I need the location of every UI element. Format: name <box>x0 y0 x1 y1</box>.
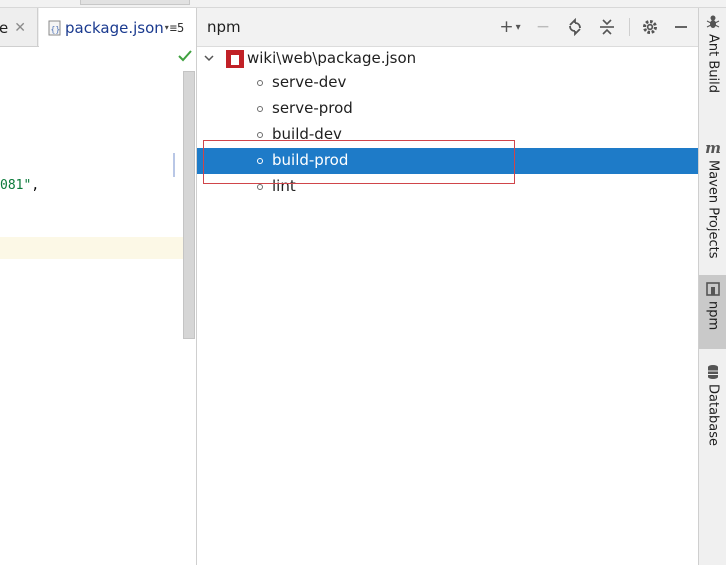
script-bullet-icon <box>257 184 263 190</box>
editor-tab-package-json[interactable]: {} package.json ▾ ≡5 <box>39 8 196 47</box>
script-label: build-dev <box>272 125 342 143</box>
plus-icon: + <box>499 17 514 37</box>
svg-text:{}: {} <box>51 25 61 34</box>
npm-header: npm + ▾ − <box>197 8 698 47</box>
editor-pane: e ✕ {} package.json ▾ ≡5 081", <box>0 8 197 565</box>
close-icon[interactable]: ✕ <box>14 20 26 36</box>
right-tool-stripe: Ant Build m Maven Projects npm Database <box>698 8 726 565</box>
tab-label: package.json <box>65 18 164 37</box>
top-toolbar-fragment <box>80 0 190 5</box>
refresh-button[interactable] <box>564 16 586 38</box>
script-bullet-icon <box>257 106 263 112</box>
script-label: serve-prod <box>272 99 353 117</box>
stripe-label: Ant Build <box>705 34 721 93</box>
script-item-build-prod[interactable]: build-prod <box>197 148 698 174</box>
stripe-item-maven-projects[interactable]: m Maven Projects <box>699 134 726 264</box>
stripe-item-npm[interactable]: npm <box>699 275 726 349</box>
stripe-label: npm <box>705 301 721 331</box>
minus-icon: − <box>535 17 551 37</box>
change-marker <box>173 153 175 177</box>
code-comma: , <box>31 178 40 193</box>
remove-button[interactable]: − <box>532 16 554 38</box>
npm-package-icon <box>226 50 244 68</box>
more-tabs-icon[interactable]: ≡5 <box>170 21 184 35</box>
gear-icon <box>643 20 657 34</box>
inspection-ok-icon <box>178 50 192 62</box>
script-label: lint <box>272 177 296 195</box>
code-string: 081" <box>0 178 32 193</box>
current-line-highlight <box>0 237 183 259</box>
collapse-all-button[interactable] <box>596 16 618 38</box>
script-item-build-dev[interactable]: build-dev <box>197 122 698 148</box>
json-file-icon: {} <box>48 20 61 35</box>
chevron-down-icon[interactable] <box>203 52 215 64</box>
hide-panel-button[interactable] <box>670 16 692 38</box>
script-item-lint[interactable]: lint <box>197 174 698 200</box>
tab-label: e <box>0 18 9 37</box>
script-bullet-icon <box>257 80 263 86</box>
sync-icon <box>569 18 581 36</box>
top-toolbar-strip <box>0 0 726 8</box>
settings-button[interactable] <box>639 16 661 38</box>
tab-dropdown-icon[interactable]: ▾ <box>165 23 169 32</box>
script-item-serve-prod[interactable]: serve-prod <box>197 96 698 122</box>
tree-root-package-json[interactable]: wiki\web\package.json <box>197 48 698 70</box>
script-label: build-prod <box>272 151 349 169</box>
code-line[interactable]: 081", <box>0 178 39 193</box>
script-bullet-icon <box>257 132 263 138</box>
editor-tab-bar: e ✕ {} package.json ▾ ≡5 <box>0 8 196 47</box>
maven-icon: m <box>705 139 721 157</box>
script-label: serve-dev <box>272 73 347 91</box>
chevron-down-icon: ▾ <box>515 21 521 33</box>
stripe-label: Database <box>705 384 721 447</box>
npm-panel-icon <box>705 281 721 297</box>
npm-tool-window: npm + ▾ − wiki\web\package.json serve-de… <box>197 8 698 565</box>
tree-root-label: wiki\web\package.json <box>247 49 417 67</box>
editor-scrollbar[interactable] <box>183 71 195 339</box>
collapse-all-icon <box>600 19 614 35</box>
stripe-label: Maven Projects <box>705 160 721 259</box>
add-button[interactable]: + ▾ <box>496 16 524 38</box>
stripe-item-ant-build[interactable]: Ant Build <box>699 8 726 108</box>
script-bullet-icon <box>257 158 263 164</box>
editor-tab-previous[interactable]: e ✕ <box>0 8 38 47</box>
minimize-icon <box>675 26 687 28</box>
database-icon <box>705 364 721 380</box>
script-item-serve-dev[interactable]: serve-dev <box>197 70 698 96</box>
panel-title: npm <box>207 18 241 36</box>
toolbar-separator <box>629 18 630 36</box>
stripe-item-database[interactable]: Database <box>699 358 726 458</box>
ant-icon <box>705 14 721 30</box>
